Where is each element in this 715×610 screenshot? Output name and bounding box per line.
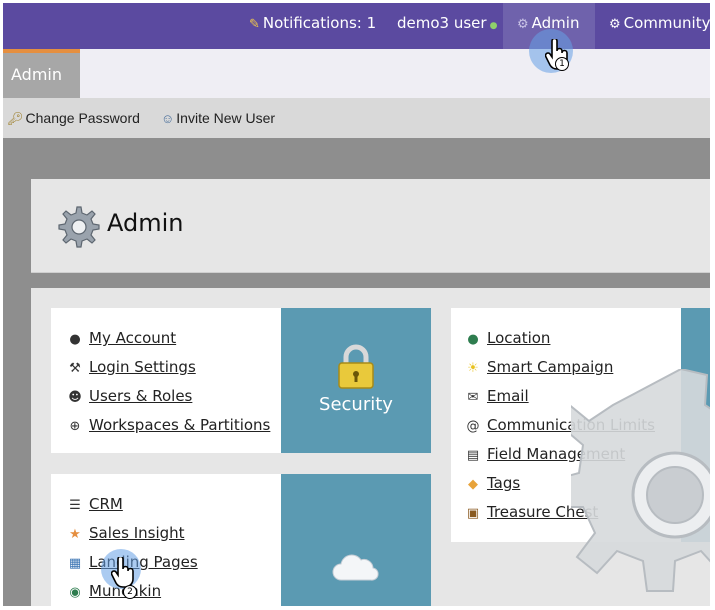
tags-link[interactable]: Tags	[487, 474, 520, 492]
step-badge: 2	[123, 585, 137, 599]
security-tile-label: Security	[319, 394, 393, 415]
location-globe-icon: ●	[467, 332, 479, 347]
community-icon: ⚙	[609, 17, 621, 32]
list-item[interactable]: ● My Account	[67, 327, 270, 356]
security-list: ● My Account ⚒ Login Settings ☻ Users & Rol…	[67, 327, 270, 443]
list-item[interactable]: ★ Sales Insight	[67, 522, 198, 551]
integration-tile[interactable]	[281, 474, 431, 606]
globe-icon: ⊕	[69, 419, 81, 434]
notifications-label: Notifications: 1	[262, 14, 377, 32]
at-icon: @	[466, 419, 480, 434]
cloud-icon	[332, 554, 379, 581]
notification-icon: ✎	[249, 17, 260, 32]
users-roles-link[interactable]: Users & Roles	[89, 387, 192, 405]
key-icon: 🔑︎	[7, 111, 24, 126]
user-menu[interactable]: demo3 user ●	[397, 3, 497, 49]
email-icon: ✉	[467, 390, 479, 405]
security-card: ● My Account ⚒ Login Settings ☻ Users & Rol…	[51, 308, 281, 453]
click-indicator-2: 2	[101, 549, 147, 605]
workspaces-link[interactable]: Workspaces & Partitions	[89, 416, 270, 434]
list-item[interactable]: ☰ CRM	[67, 493, 198, 522]
star-icon: ★	[69, 527, 81, 542]
click-indicator-1: 1	[529, 29, 575, 75]
field-icon: ▤	[466, 448, 480, 463]
community-label: Community	[623, 14, 710, 32]
page-title-panel: Admin	[31, 179, 710, 273]
list-item[interactable]: ⚒ Login Settings	[67, 356, 270, 385]
security-tile[interactable]: Security	[281, 308, 431, 453]
gear-icon: ⚙	[517, 17, 529, 32]
toolbar: 🔑︎ Change Password ☺ Invite New User	[3, 98, 710, 138]
user-name: demo3 user	[397, 14, 487, 32]
chest-icon: ▣	[466, 506, 480, 521]
lightbulb-icon: ☀	[467, 361, 479, 376]
community-link[interactable]: ⚙ Community	[609, 3, 710, 49]
page-title: Admin	[107, 209, 184, 237]
change-password-label: Change Password	[25, 110, 140, 126]
list-item[interactable]: ⊕ Workspaces & Partitions	[67, 414, 271, 443]
lock-icon	[338, 344, 374, 389]
top-nav: ✎ Notifications: 1 demo3 user ● ⚙ Admin ⚙ Co…	[3, 3, 710, 49]
email-link[interactable]: Email	[487, 387, 529, 405]
crm-link[interactable]: CRM	[89, 495, 123, 513]
location-link[interactable]: Location	[487, 329, 550, 347]
list-item[interactable]: ☻ Users & Roles	[67, 385, 270, 414]
step-badge: 1	[555, 57, 569, 71]
invite-user-label: Invite New User	[176, 110, 276, 126]
integration-card: ☰CRM ★Sales Insight ▦Landing Pages ◉Munc…	[51, 474, 281, 606]
status-dot-icon: ●	[489, 21, 498, 31]
tab-admin-label: Admin	[11, 65, 62, 84]
notifications-link[interactable]: ✎ Notifications: 1	[249, 3, 376, 49]
add-user-icon: ☺	[161, 111, 175, 126]
invite-user-button[interactable]: ☺ Invite New User	[161, 98, 275, 139]
list-item[interactable]: ● Location	[465, 327, 655, 356]
tab-admin[interactable]: Admin	[3, 49, 80, 98]
database-icon: ☰	[69, 498, 81, 513]
sales-insight-link[interactable]: Sales Insight	[89, 524, 185, 542]
app-window: ✎ Notifications: 1 demo3 user ● ⚙ Admin ⚙ Co…	[3, 3, 710, 606]
munchkin-icon: ◉	[69, 585, 81, 600]
decorative-gear-icon	[571, 369, 710, 592]
admin-gear-icon	[58, 206, 100, 248]
wrench-icon: ⚒	[69, 361, 81, 376]
sub-header: Admin	[3, 49, 710, 98]
user-icon: ●	[69, 332, 81, 347]
tag-icon: ◆	[468, 477, 478, 492]
my-account-link[interactable]: My Account	[89, 329, 176, 347]
hand-cursor-icon	[111, 557, 134, 588]
change-password-button[interactable]: 🔑︎ Change Password	[7, 98, 140, 139]
login-settings-link[interactable]: Login Settings	[89, 358, 196, 376]
page-icon: ▦	[68, 556, 82, 571]
users-icon: ☻	[68, 390, 82, 405]
